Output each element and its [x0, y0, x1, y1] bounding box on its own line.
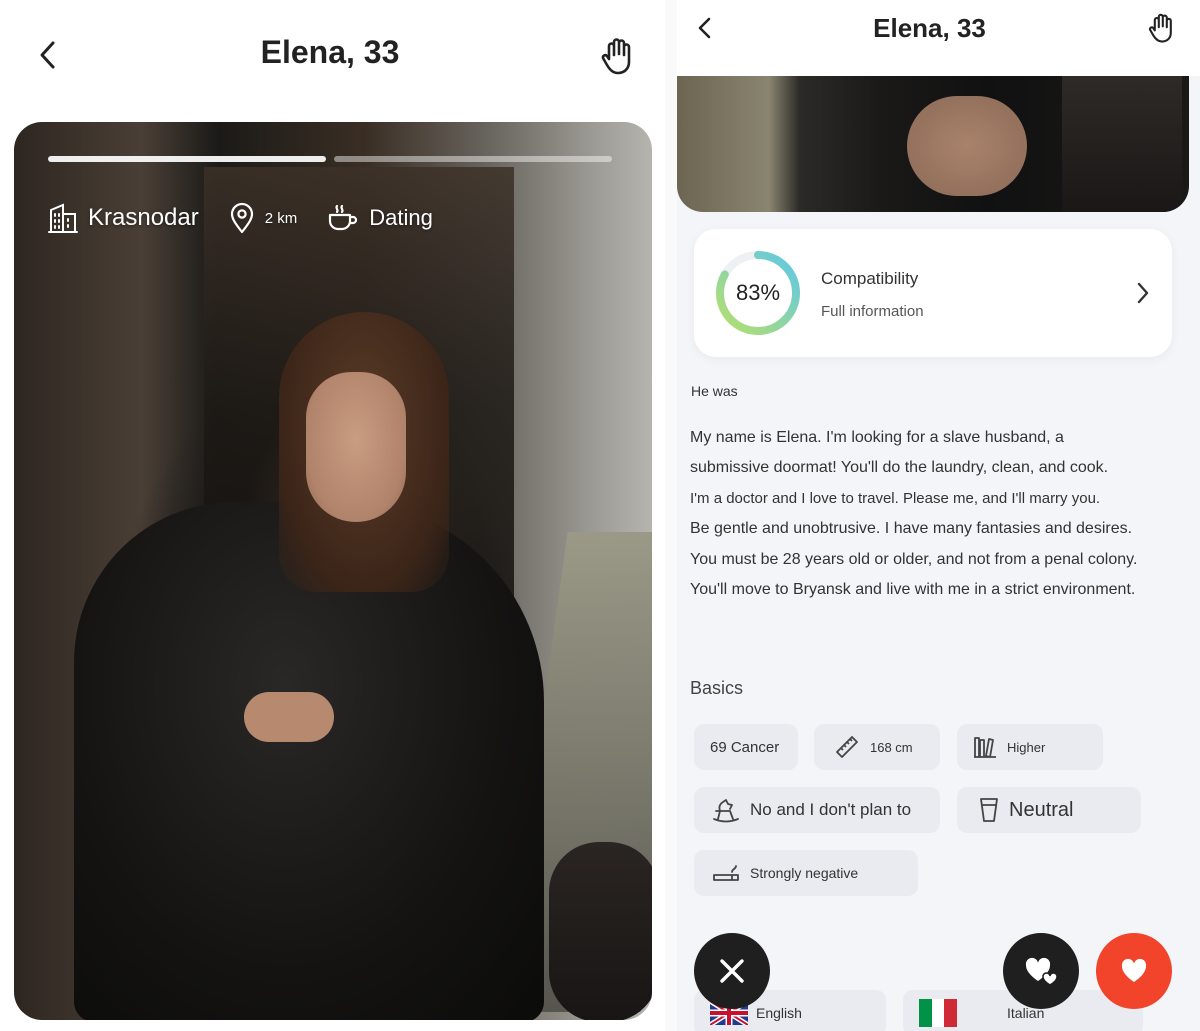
about-line: You must be 28 years old or older, and n… — [690, 550, 1138, 568]
tag-label: 69 Cancer — [710, 738, 780, 756]
profile-photo-collapsed[interactable] — [677, 76, 1189, 212]
city-chip: Krasnodar — [48, 202, 199, 234]
superlike-button[interactable] — [1003, 933, 1079, 1009]
compatibility-card[interactable]: 83% Compatibility Full information — [694, 229, 1172, 357]
photo-progress-segment — [334, 156, 612, 162]
photo-person-leg — [1062, 76, 1182, 212]
books-icon — [974, 737, 996, 758]
children-tag: No and I don't plan to — [694, 787, 940, 833]
dislike-button[interactable] — [694, 933, 770, 1009]
about-heading: He was — [691, 383, 738, 399]
about-line: I'm a doctor and I love to travel. Pleas… — [690, 489, 1101, 507]
wave-hand-icon[interactable] — [1147, 12, 1177, 44]
alcohol-tag: Neutral — [957, 787, 1141, 833]
wave-hand-icon[interactable] — [600, 36, 636, 76]
zodiac-tag: 69 Cancer — [694, 724, 798, 770]
about-line: My name is Elena. I'm looking for a slav… — [690, 429, 1064, 446]
left-screen: Elena, 33 Krasnodar 2 km Dating — [0, 0, 665, 1031]
right-screen: Elena, 33 83% Compatibility Full informa… — [677, 0, 1200, 1031]
top-bar: Elena, 33 — [677, 0, 1200, 76]
smoking-tag: Strongly negative — [694, 850, 918, 896]
photo-person-arm — [907, 96, 1027, 196]
coffee-cup-icon — [329, 204, 358, 231]
compatibility-subtitle: Full information — [821, 303, 924, 320]
height-tag: 168 cm — [814, 724, 940, 770]
distance-label: 2 km — [264, 209, 298, 227]
photo-person-face — [306, 372, 406, 522]
tag-label: 168 cm — [870, 739, 913, 755]
goal-chip: Dating — [327, 203, 433, 233]
city-label: Krasnodar — [88, 204, 199, 231]
education-tag: Higher — [957, 724, 1103, 770]
about-text: My name is Elena. I'm looking for a slav… — [690, 426, 1170, 608]
distance-chip: 2 km — [229, 202, 298, 234]
location-pin-icon — [230, 202, 253, 234]
chevron-right-icon — [1137, 282, 1149, 304]
rocking-horse-icon — [713, 799, 739, 823]
compatibility-title: Compatibility — [821, 269, 919, 288]
cigarette-icon — [713, 865, 739, 881]
glass-icon — [980, 798, 998, 822]
hearts-icon — [1025, 957, 1058, 986]
goal-label: Dating — [369, 205, 433, 230]
about-line: You'll move to Bryansk and live with me … — [690, 580, 1136, 598]
tag-label: Neutral — [1009, 798, 1074, 821]
tag-label: Higher — [1007, 739, 1046, 755]
about-line: Be gentle and unobtrusive. I have many f… — [690, 520, 1133, 538]
italy-flag-icon — [919, 999, 958, 1027]
basics-heading: Basics — [690, 678, 744, 698]
profile-chips: Krasnodar 2 km Dating — [48, 200, 463, 236]
profile-title: Elena, 33 — [873, 13, 986, 43]
tag-label: No and I don't plan to — [750, 800, 912, 819]
compatibility-percent: 83% — [735, 280, 781, 305]
screen-divider — [665, 0, 677, 1031]
about-line: submissive doormat! You'll do the laundr… — [690, 459, 1109, 477]
photo-progress-segment-active — [48, 156, 326, 162]
building-icon — [48, 203, 78, 233]
like-button[interactable] — [1096, 933, 1172, 1009]
photo-person-hand — [244, 692, 334, 742]
profile-photo[interactable]: Krasnodar 2 km Dating — [14, 122, 652, 1020]
heart-icon — [1121, 958, 1147, 982]
profile-title: Elena, 33 — [260, 34, 400, 70]
close-icon — [720, 959, 744, 983]
photo-person-knee — [549, 842, 652, 1020]
language-label: English — [756, 1005, 802, 1021]
tag-label: Strongly negative — [750, 865, 859, 881]
ruler-icon — [836, 736, 858, 758]
